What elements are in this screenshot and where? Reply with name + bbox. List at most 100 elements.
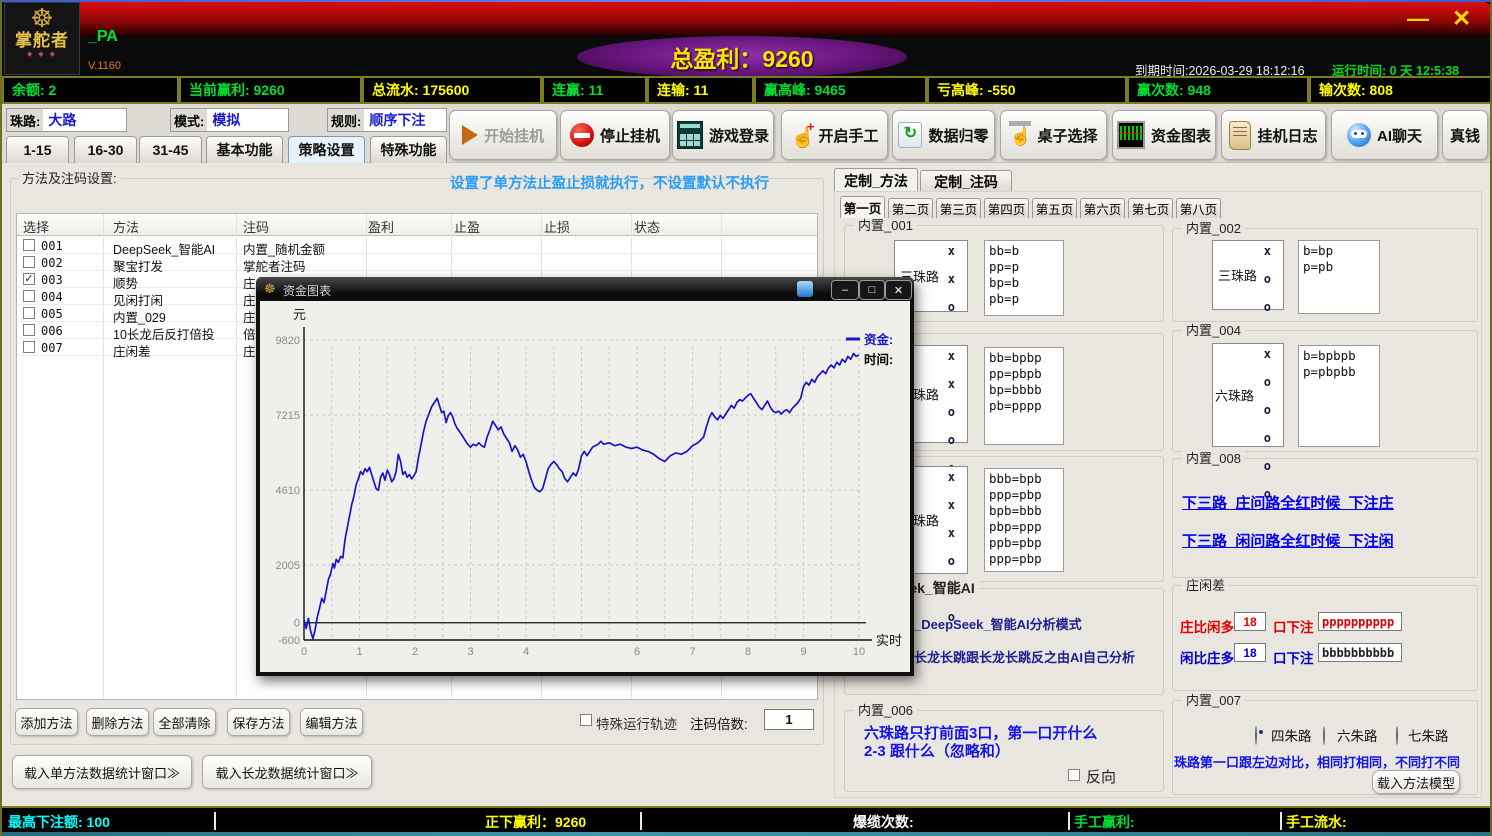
- chart-maximize-icon[interactable]: □: [859, 280, 885, 300]
- stat-turnover: 总流水: 175600: [362, 76, 542, 104]
- reverse-checkbox[interactable]: [1068, 769, 1080, 781]
- load-model-button[interactable]: 载入方法模型: [1372, 770, 1460, 794]
- page-tab-6[interactable]: 第六页: [1080, 198, 1125, 218]
- radio-6-bead[interactable]: [1323, 726, 1325, 745]
- svg-text:8: 8: [745, 646, 751, 658]
- table-row[interactable]: 001 DeepSeek_智能AI 内置_随机金额: [17, 237, 817, 254]
- svg-text:6: 6: [634, 646, 640, 658]
- row-checkbox[interactable]: [23, 307, 35, 319]
- clear-all-button[interactable]: 全部清除: [153, 708, 216, 736]
- funds-chart-window[interactable]: ☸ 资金图表 – □ ✕ 98207215461020050-600012346…: [256, 277, 914, 676]
- table-select-button[interactable]: ☝ 桌子选择: [1000, 110, 1107, 160]
- rules-textbox[interactable]: bb=bpp=pbp=bpb=p: [984, 240, 1064, 316]
- player-more-mid-label: 口下注: [1273, 647, 1314, 667]
- mode-combo[interactable]: 模式: 模拟: [170, 108, 289, 132]
- data-reset-button[interactable]: ↻ 数据归零: [892, 110, 995, 160]
- rules-textbox[interactable]: b=bpbpbp=pbpbb: [1298, 345, 1380, 447]
- save-method-button[interactable]: 保存方法: [227, 708, 290, 736]
- status-manual-win: 手工赢利:: [1074, 812, 1135, 832]
- row-checkbox[interactable]: [23, 239, 35, 251]
- load-single-stats-button[interactable]: 载入单方法数据统计窗口≫: [12, 755, 192, 789]
- row-checkbox[interactable]: [23, 324, 35, 336]
- tab-1-15[interactable]: 1-15: [6, 136, 69, 163]
- row-checkbox[interactable]: ✓: [23, 273, 35, 285]
- tab-strategy[interactable]: 策略设置: [288, 136, 365, 163]
- banker-player-gap-group: [1172, 585, 1478, 691]
- builtin-008-link1[interactable]: 下三路_庄问路全红时候_下注庄: [1182, 492, 1394, 513]
- col-code[interactable]: 注码: [243, 217, 269, 236]
- svg-text:3: 3: [467, 646, 473, 658]
- col-method[interactable]: 方法: [113, 217, 139, 236]
- builtin-001-label: 内置_001: [854, 218, 917, 233]
- deepseek-line1: _DeepSeek_智能AI分析模式: [914, 614, 1082, 633]
- radio-4-bead[interactable]: [1255, 726, 1257, 745]
- multiplier-input[interactable]: 1: [764, 709, 814, 730]
- version-label: V.1160: [88, 60, 121, 72]
- col-status[interactable]: 状态: [634, 217, 660, 236]
- app-logo: ☸ 掌舵者 ◆ ◆ ◆: [4, 2, 80, 75]
- tab-custom-method[interactable]: 定制_方法: [834, 168, 918, 192]
- player-more-count-input[interactable]: 18: [1234, 643, 1266, 662]
- page-tab-5[interactable]: 第五页: [1032, 198, 1077, 218]
- page-tab-3[interactable]: 第三页: [936, 198, 981, 218]
- titlebar-red-band: [80, 2, 1492, 36]
- rule-value: 顺序下注: [364, 110, 425, 130]
- funds-chart-button[interactable]: 资金图表: [1112, 110, 1216, 160]
- chart-close-icon[interactable]: ✕: [885, 280, 912, 300]
- stat-win-streak: 连赢: 11: [542, 76, 647, 104]
- skin-icon[interactable]: [797, 281, 813, 297]
- reverse-label: 反向: [1086, 766, 1116, 787]
- add-method-button[interactable]: 添加方法: [15, 708, 78, 736]
- chart-minimize-icon[interactable]: –: [831, 280, 859, 300]
- tab-special[interactable]: 特殊功能: [370, 136, 447, 163]
- minimize-icon[interactable]: —: [1407, 6, 1429, 32]
- row-checkbox[interactable]: [23, 256, 35, 268]
- page-tab-8[interactable]: 第八页: [1176, 198, 1221, 218]
- page-tab-1[interactable]: 第一页: [840, 196, 885, 218]
- stop-hangup-button[interactable]: 停止挂机: [560, 110, 670, 160]
- col-select[interactable]: 选择: [23, 217, 49, 236]
- table-row[interactable]: 002 聚宝打发 掌舵者注码: [17, 254, 817, 271]
- rules-textbox[interactable]: bb=bpbppp=pbpbbp=bbbbpb=pppp: [984, 347, 1064, 445]
- stat-loss-peak: 亏高峰: -550: [927, 76, 1127, 104]
- page-tab-4[interactable]: 第四页: [984, 198, 1029, 218]
- row-checkbox[interactable]: [23, 341, 35, 353]
- row-checkbox[interactable]: [23, 290, 35, 302]
- ai-chat-button[interactable]: AI聊天: [1331, 110, 1438, 160]
- hangup-log-button[interactable]: 挂机日志: [1221, 110, 1326, 160]
- radio-7-bead[interactable]: [1396, 726, 1398, 745]
- funds-chart-titlebar[interactable]: ☸ 资金图表 – □ ✕: [256, 277, 914, 301]
- banker-more-bet-input[interactable]: pppppppppp: [1318, 612, 1402, 631]
- special-track-checkbox[interactable]: [580, 714, 592, 726]
- stat-lose-count: 输次数: 808: [1309, 76, 1492, 104]
- col-takeprofit[interactable]: 止盈: [454, 217, 480, 236]
- svg-text:2005: 2005: [276, 560, 300, 572]
- load-dragon-stats-button[interactable]: 载入长龙数据统计窗口≫: [202, 755, 372, 789]
- stat-current-profit: 当前赢利: 9260: [179, 76, 362, 104]
- player-more-bet-input[interactable]: bbbbbbbbbb: [1318, 643, 1402, 662]
- page-tab-7[interactable]: 第七页: [1128, 198, 1173, 218]
- rules-textbox[interactable]: b=bpp=pb: [1298, 240, 1380, 314]
- page-tab-2[interactable]: 第二页: [888, 198, 933, 218]
- edit-method-button[interactable]: 编辑方法: [300, 708, 363, 736]
- builtin-008-link2[interactable]: 下三路_闲问路全红时候_下注闲: [1182, 530, 1394, 551]
- builtin-002-label: 内置_002: [1182, 221, 1245, 236]
- real-money-button[interactable]: 真钱: [1442, 110, 1488, 160]
- delete-method-button[interactable]: 删除方法: [86, 708, 149, 736]
- road-type-combo[interactable]: 珠路: 大路: [6, 108, 127, 132]
- banker-more-mid-label: 口下注: [1273, 616, 1314, 636]
- tab-16-30[interactable]: 16-30: [74, 136, 137, 163]
- manual-mode-button[interactable]: ☝ + 开启手工: [781, 110, 888, 160]
- tab-31-45[interactable]: 31-45: [139, 136, 202, 163]
- tab-custom-code[interactable]: 定制_注码: [920, 170, 1012, 192]
- close-icon[interactable]: ✕: [1452, 5, 1471, 32]
- start-hangup-button[interactable]: 开始挂机: [449, 110, 557, 160]
- rules-textbox[interactable]: bbb=bpbppp=pbpbpb=bbbpbp=pppppb=pbpppp=p…: [984, 468, 1064, 572]
- col-stoploss[interactable]: 止损: [544, 217, 570, 236]
- tab-basic[interactable]: 基本功能: [206, 136, 283, 163]
- stat-balance: 余额: 2: [2, 76, 179, 104]
- rule-combo[interactable]: 规则: 顺序下注: [327, 108, 447, 132]
- banker-more-count-input[interactable]: 18: [1234, 612, 1266, 631]
- col-profit[interactable]: 盈利: [368, 217, 394, 236]
- game-login-button[interactable]: 游戏登录: [672, 110, 774, 160]
